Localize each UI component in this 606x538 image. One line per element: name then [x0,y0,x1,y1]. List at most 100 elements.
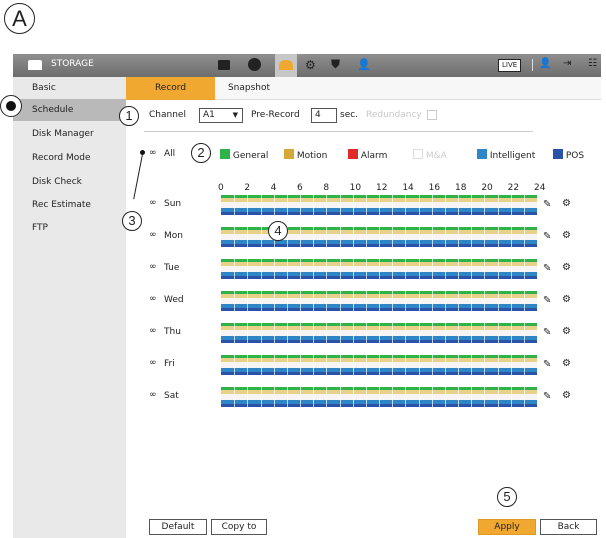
legend-motion-label: Motion [296,151,328,161]
gear-icon[interactable]: ⚙ [562,230,571,241]
hour-divider [273,323,275,343]
link-icon[interactable]: ∞ [149,230,157,240]
hour-divider [510,227,512,247]
channel-select[interactable]: A1 ▼ [199,108,243,123]
legend-pos[interactable]: POS [553,149,584,161]
hour-divider [326,259,328,279]
sidebar-item-basic[interactable]: Basic [13,77,126,99]
edit-icon[interactable]: ✎ [543,391,551,402]
hour-divider [286,355,288,375]
schedule-grid[interactable] [221,387,537,407]
hour-divider [247,291,249,311]
hour-divider [260,227,262,247]
edit-icon[interactable]: ✎ [543,295,551,306]
gear-icon[interactable]: ⚙ [562,390,571,401]
hour-divider [300,259,301,279]
grid-menu-icon[interactable]: ☷ [588,58,597,69]
tab-bar: Record Snapshot [126,77,601,100]
hour-divider [497,259,499,279]
schedule-grid[interactable] [221,355,537,375]
default-button[interactable]: Default [149,519,207,535]
gear-icon[interactable]: ⚙ [562,198,571,209]
sidebar-item-disk-check[interactable]: Disk Check [13,171,126,193]
schedule-grid[interactable] [221,195,537,215]
hour-divider [300,227,301,247]
link-icon[interactable]: ∞ [149,390,157,400]
intelligent-swatch [477,149,487,159]
edit-icon[interactable]: ✎ [543,327,551,338]
hour-divider [339,323,341,343]
prerecord-input[interactable]: 4 [311,108,337,123]
user-icon[interactable]: 👤 [539,58,551,69]
sidebar-item-record-mode[interactable]: Record Mode [13,147,126,169]
hour-divider [497,323,499,343]
legend-intelligent[interactable]: Intelligent [477,149,535,161]
redundancy-checkbox[interactable] [427,110,437,120]
link-icon[interactable]: ∞ [149,326,157,336]
sidebar-item-ftp[interactable]: FTP [13,217,126,239]
hour-divider [273,291,275,311]
hour-divider [365,195,367,215]
hour-divider [260,323,262,343]
link-icon[interactable]: ∞ [149,148,157,158]
system-settings-icon[interactable]: ⚙ [305,58,316,72]
gear-icon[interactable]: ⚙ [562,326,571,337]
hour-divider [379,323,380,343]
account-icon[interactable]: 👤 [357,58,371,71]
hour-tick-label: 0 [218,183,224,193]
sidebar-item-disk-manager[interactable]: Disk Manager [13,123,126,145]
link-icon[interactable]: ∞ [149,262,157,272]
live-button[interactable]: LIVE [498,59,522,72]
schedule-grid[interactable] [221,291,537,311]
gear-icon[interactable]: ⚙ [562,262,571,273]
link-icon[interactable]: ∞ [149,294,157,304]
gear-icon[interactable]: ⚙ [562,358,571,369]
sidebar-item-rec-estimate[interactable]: Rec Estimate [13,194,126,216]
hour-divider [392,291,394,311]
hour-divider [392,323,394,343]
hour-tick-label: 6 [297,183,303,193]
top-menu-bar: STORAGE ⚙ ⛊ 👤 LIVE 👤 ⇥ ☷ [13,54,601,77]
tab-record[interactable]: Record [126,77,215,100]
day-label: Thu [164,327,181,337]
logout-icon[interactable]: ⇥ [563,58,571,69]
edit-icon[interactable]: ✎ [543,199,551,210]
hour-divider [497,355,499,375]
hour-divider [484,323,486,343]
hour-divider [339,227,341,247]
hour-divider [313,259,315,279]
legend-alarm[interactable]: Alarm [348,149,387,161]
edit-icon[interactable]: ✎ [543,263,551,274]
camera-icon[interactable] [218,60,230,70]
link-icon[interactable]: ∞ [149,198,157,208]
separator [144,131,533,132]
hour-divider [260,195,262,215]
hour-divider [339,355,341,375]
legend-ma[interactable]: M&A [413,149,447,161]
hour-divider [405,195,407,215]
schedule-grid[interactable] [221,259,537,279]
legend-motion[interactable]: Motion [284,149,327,161]
divider [532,59,533,71]
hour-divider [418,323,420,343]
tab-snapshot[interactable]: Snapshot [215,77,283,100]
sidebar-item-schedule[interactable]: Schedule [13,99,126,121]
link-icon[interactable]: ∞ [149,358,157,368]
network-icon[interactable] [248,58,261,71]
apply-button[interactable]: Apply [478,519,536,535]
schedule-grid[interactable] [221,323,537,343]
legend-all[interactable]: All [164,149,175,159]
hour-divider [379,227,380,247]
back-button[interactable]: Back [540,519,597,535]
edit-icon[interactable]: ✎ [543,231,551,242]
legend-general[interactable]: General [220,149,268,161]
hour-divider [379,195,380,215]
hour-tick-label: 8 [323,183,330,193]
copy-to-button[interactable]: Copy to [211,519,267,535]
hour-divider [365,355,367,375]
day-label: Sat [164,391,179,401]
security-icon[interactable]: ⛊ [331,57,340,72]
edit-icon[interactable]: ✎ [543,359,551,370]
gear-icon[interactable]: ⚙ [562,294,571,305]
hour-divider [510,259,512,279]
